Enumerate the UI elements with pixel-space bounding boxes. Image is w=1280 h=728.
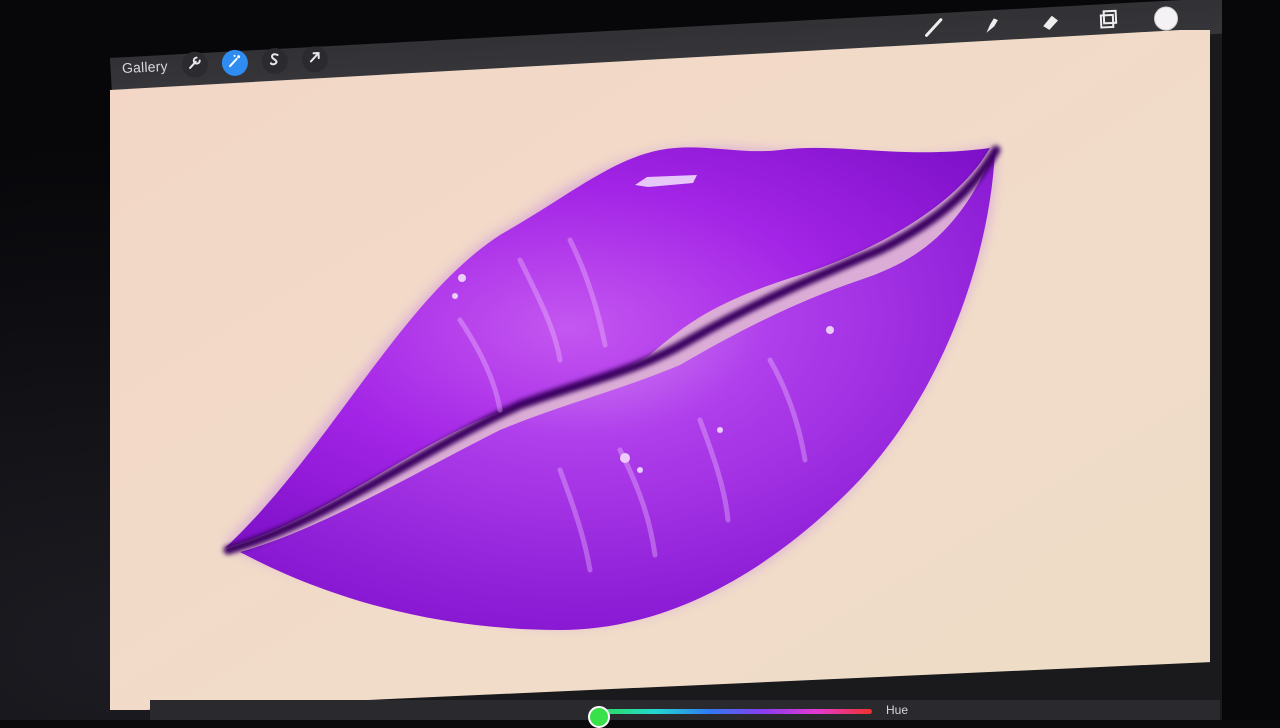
canvas-surface[interactable] bbox=[110, 30, 1210, 710]
eraser-button[interactable] bbox=[1038, 11, 1063, 36]
wrench-icon bbox=[186, 54, 203, 76]
hue-slider-knob[interactable] bbox=[588, 706, 610, 728]
layers-icon bbox=[1095, 6, 1120, 36]
gallery-button[interactable]: Gallery bbox=[122, 58, 168, 76]
actions-button[interactable] bbox=[181, 51, 209, 79]
adjustments-button[interactable] bbox=[221, 49, 249, 77]
layers-button[interactable] bbox=[1096, 9, 1121, 34]
selection-button[interactable] bbox=[261, 47, 289, 75]
selection-s-icon bbox=[266, 50, 283, 72]
smudge-finger-icon bbox=[980, 11, 1005, 41]
hue-label: Hue bbox=[886, 703, 909, 717]
eraser-icon bbox=[1037, 9, 1062, 39]
hue-slider-track[interactable] bbox=[600, 709, 872, 714]
smudge-button[interactable] bbox=[980, 14, 1005, 39]
transform-button[interactable] bbox=[300, 45, 329, 73]
arrow-cursor-icon bbox=[306, 48, 323, 70]
drawing-canvas[interactable] bbox=[110, 30, 1210, 710]
color-swatch[interactable] bbox=[1153, 6, 1179, 32]
magic-wand-icon bbox=[226, 52, 243, 74]
brush-button[interactable] bbox=[922, 17, 947, 42]
brush-icon bbox=[922, 14, 947, 44]
